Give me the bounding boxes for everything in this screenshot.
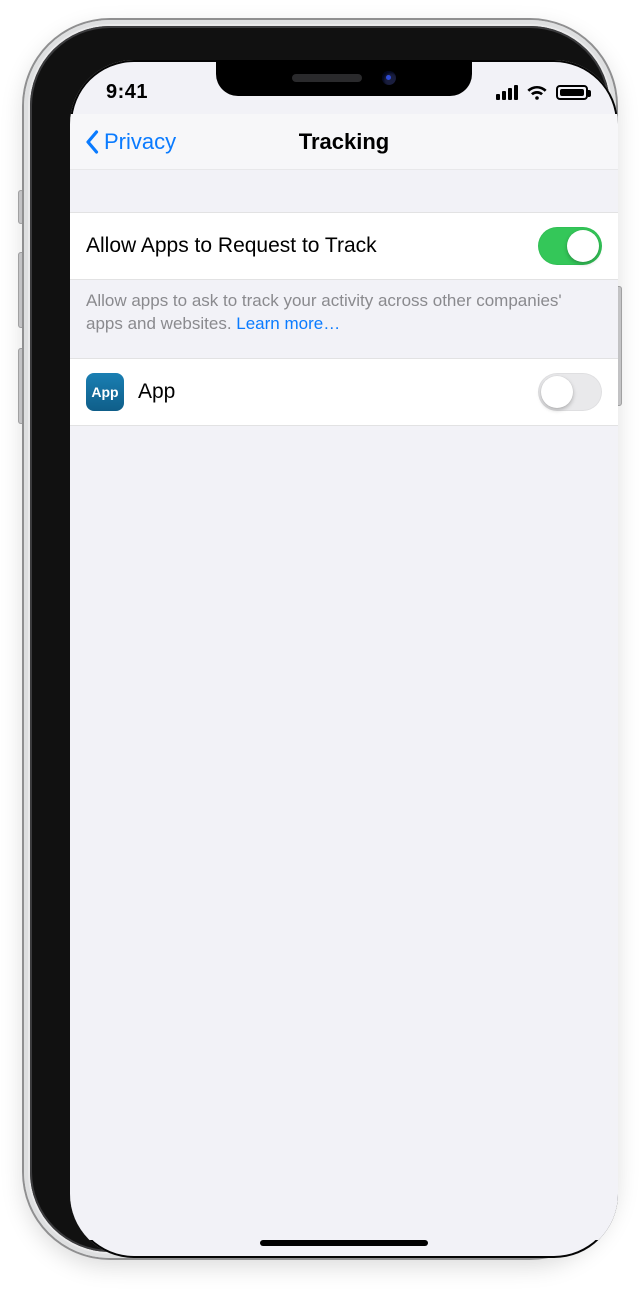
nav-bar: Privacy Tracking [70, 114, 618, 170]
back-button[interactable]: Privacy [78, 114, 182, 169]
allow-apps-toggle[interactable] [538, 227, 602, 265]
allow-apps-label: Allow Apps to Request to Track [86, 234, 377, 258]
phone-chassis: 9:41 [24, 20, 616, 1258]
wifi-icon [526, 84, 548, 100]
status-right [496, 84, 588, 100]
chevron-left-icon [84, 130, 100, 154]
screen: 9:41 [70, 60, 618, 1258]
stage: 9:41 [0, 0, 640, 1304]
allow-apps-to-request-row: Allow Apps to Request to Track [70, 212, 618, 280]
cellular-signal-icon [496, 85, 518, 100]
app-row-left: App App [86, 373, 175, 411]
app-icon-label: App [91, 384, 118, 400]
app-name: App [138, 380, 175, 404]
back-label: Privacy [104, 129, 176, 155]
section-footer-note: Allow apps to ask to track your activity… [70, 280, 618, 352]
home-indicator[interactable] [260, 1240, 428, 1246]
status-time: 9:41 [106, 81, 148, 104]
content: Allow Apps to Request to Track Allow app… [70, 170, 618, 1240]
app-row: App App [70, 358, 618, 426]
status-bar: 9:41 [70, 74, 618, 110]
app-tracking-toggle[interactable] [538, 373, 602, 411]
page-title: Tracking [299, 129, 389, 155]
learn-more-link[interactable]: Learn more… [236, 314, 340, 333]
app-icon: App [86, 373, 124, 411]
battery-icon [556, 85, 588, 100]
